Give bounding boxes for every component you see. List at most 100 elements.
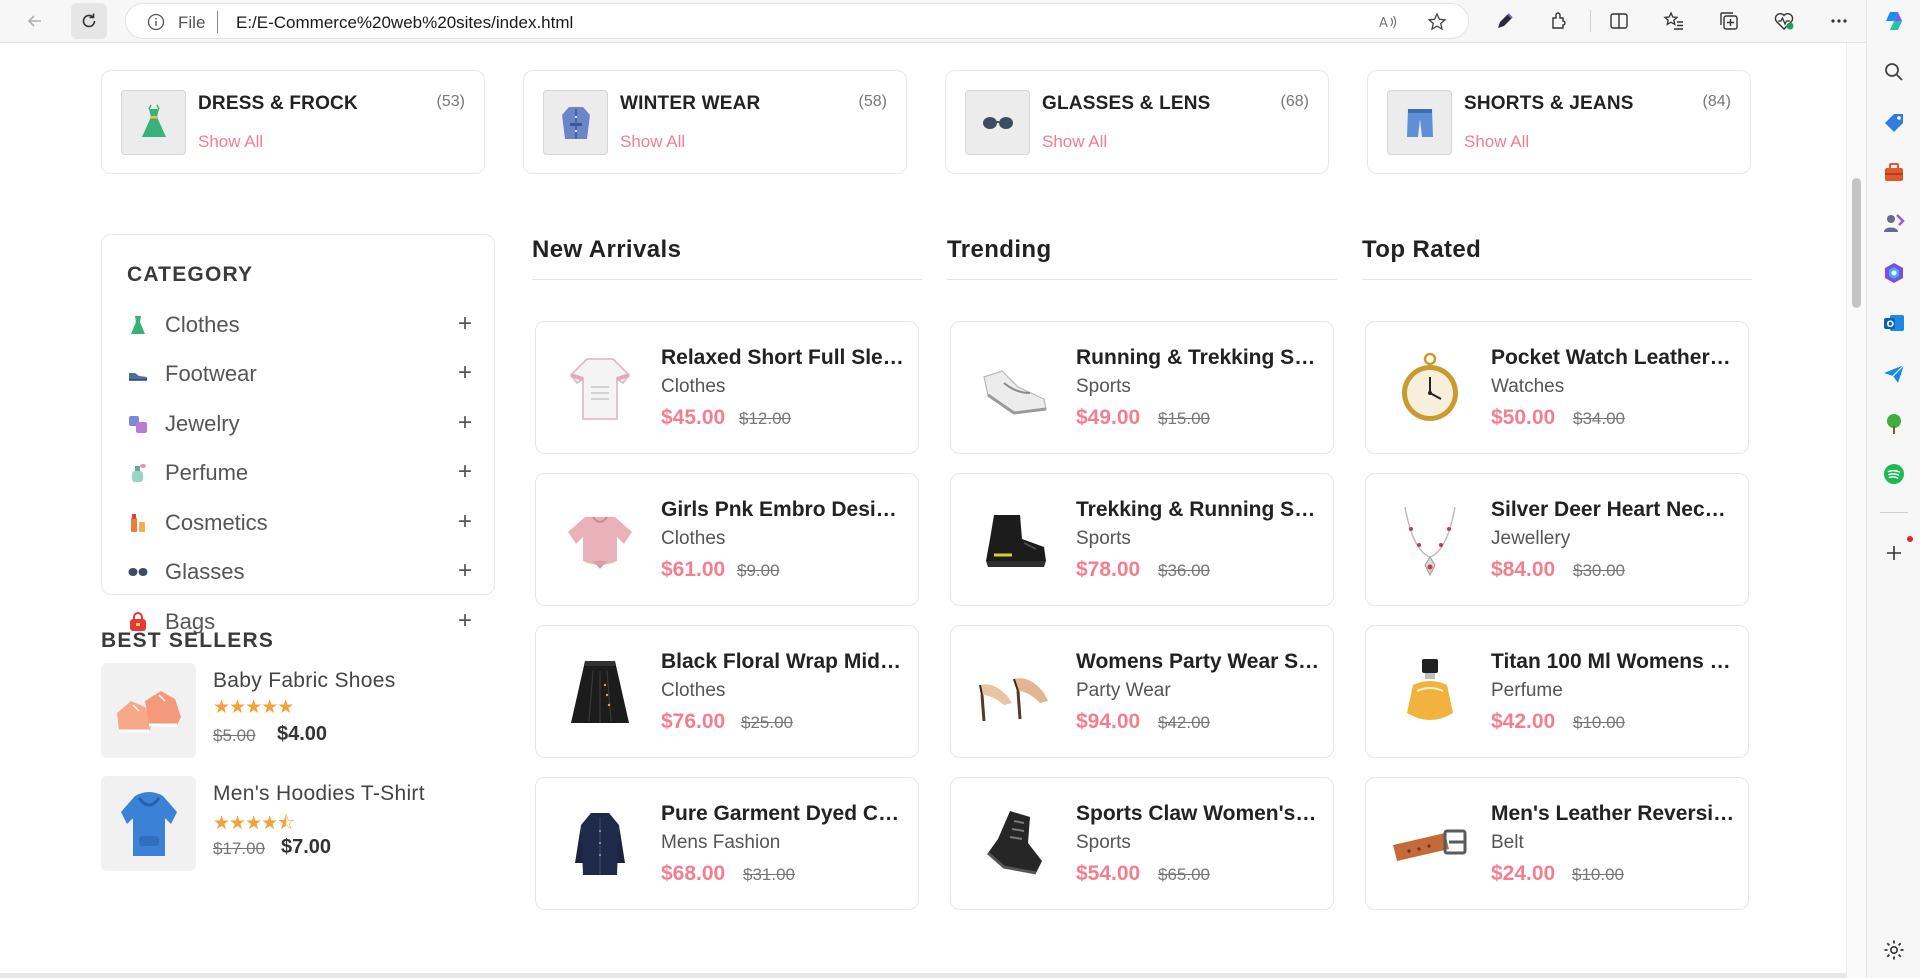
product-name[interactable]: Black Floral Wrap Midi Skirt bbox=[661, 650, 906, 674]
split-screen-icon[interactable] bbox=[1608, 10, 1630, 32]
product-old-price: $10.00 bbox=[1572, 865, 1624, 884]
favorites-icon[interactable] bbox=[1663, 10, 1685, 32]
sidebar-item-clothes[interactable]: Clothes + bbox=[127, 310, 472, 342]
address-bar[interactable]: File E:/E-Commerce%20web%20sites/index.h… bbox=[125, 3, 1469, 39]
url-text[interactable]: E:/E-Commerce%20web%20sites/index.html bbox=[236, 13, 573, 33]
more-options-icon[interactable] bbox=[1828, 10, 1850, 32]
product-old-price: $36.00 bbox=[1158, 561, 1210, 580]
reload-icon bbox=[82, 13, 96, 28]
show-all-link[interactable]: Show All bbox=[1042, 132, 1107, 152]
product-card[interactable]: Running & Trekking Shoes - White Sports … bbox=[950, 321, 1334, 454]
category-card-title: SHORTS & JEANS bbox=[1464, 93, 1634, 114]
spotify-icon[interactable] bbox=[1882, 462, 1906, 486]
show-all-link[interactable]: Show All bbox=[198, 132, 263, 152]
category-card-dress[interactable]: DRESS & FROCK (53) Show All bbox=[101, 70, 485, 174]
search-icon[interactable] bbox=[1882, 60, 1906, 84]
add-icon[interactable] bbox=[1882, 541, 1906, 565]
best-seller-name[interactable]: Men's Hoodies T-Shirt bbox=[213, 782, 425, 806]
product-card[interactable]: Black Floral Wrap Midi Skirt Clothes $76… bbox=[535, 625, 919, 758]
shopping-tag-icon[interactable] bbox=[1882, 111, 1906, 135]
product-name[interactable]: Men's Leather Reversible Belt bbox=[1491, 802, 1736, 826]
outlook-icon[interactable]: O bbox=[1882, 311, 1906, 335]
scrollbar-thumb[interactable] bbox=[1852, 178, 1861, 308]
sidebar-item-label: Cosmetics bbox=[165, 510, 268, 535]
boot-icon bbox=[969, 494, 1061, 586]
product-name[interactable]: Titan 100 Ml Womens Perfume bbox=[1491, 650, 1736, 674]
sidebar-item-label: Footwear bbox=[165, 361, 257, 386]
reload-button[interactable] bbox=[71, 3, 107, 39]
product-card[interactable]: Men's Leather Reversible Belt Belt $24.0… bbox=[1365, 777, 1749, 910]
sidebar-divider bbox=[1880, 512, 1908, 513]
product-card[interactable]: Sports Claw Women's Shoes Sports $54.00 … bbox=[950, 777, 1334, 910]
product-name[interactable]: Running & Trekking Shoes - White bbox=[1076, 346, 1321, 370]
games-icon[interactable] bbox=[1882, 211, 1906, 235]
browser-essentials-icon[interactable] bbox=[1773, 10, 1795, 32]
send-icon[interactable] bbox=[1882, 362, 1906, 386]
tree-icon[interactable] bbox=[1882, 412, 1906, 436]
product-card[interactable]: Womens Party Wear Shoes Party Wear $94.0… bbox=[950, 625, 1334, 758]
product-name[interactable]: Pocket Watch Leather Pouch bbox=[1491, 346, 1736, 370]
baby-shoes-icon bbox=[101, 663, 196, 758]
settings-gear-icon[interactable] bbox=[1882, 938, 1906, 962]
read-aloud-icon[interactable]: A bbox=[1378, 12, 1398, 32]
product-old-price: $65.00 bbox=[1158, 865, 1210, 884]
product-name[interactable]: Relaxed Short Full Sleeve T-Shirt bbox=[661, 346, 906, 370]
product-category: Mens Fashion bbox=[661, 832, 781, 853]
product-card[interactable]: Pure Garment Dyed Cotton Shirt Mens Fash… bbox=[535, 777, 919, 910]
product-name[interactable]: Womens Party Wear Shoes bbox=[1076, 650, 1321, 674]
expand-button[interactable]: + bbox=[458, 359, 472, 387]
category-card-glasses[interactable]: GLASSES & LENS (68) Show All bbox=[945, 70, 1329, 174]
expand-button[interactable]: + bbox=[458, 508, 472, 536]
product-name[interactable]: Pure Garment Dyed Cotton Shirt bbox=[661, 802, 906, 826]
product-name[interactable]: Sports Claw Women's Shoes bbox=[1076, 802, 1321, 826]
favorite-star-icon[interactable] bbox=[1427, 12, 1447, 32]
product-name[interactable]: Trekking & Running Shoes - Black bbox=[1076, 498, 1321, 522]
copilot-icon[interactable] bbox=[1882, 9, 1906, 33]
show-all-link[interactable]: Show All bbox=[620, 132, 685, 152]
best-seller-item[interactable]: Men's Hoodies T-Shirt ★★★★⯪ $17.00 $7.00 bbox=[101, 776, 495, 871]
product-card[interactable]: Trekking & Running Shoes - Black Sports … bbox=[950, 473, 1334, 606]
product-card[interactable]: Silver Deer Heart Necklace Jewellery $84… bbox=[1365, 473, 1749, 606]
product-card[interactable]: Titan 100 Ml Womens Perfume Perfume $42.… bbox=[1365, 625, 1749, 758]
expand-button[interactable]: + bbox=[458, 607, 472, 635]
sweatshirt-icon bbox=[554, 342, 646, 434]
category-card-shorts[interactable]: SHORTS & JEANS (84) Show All bbox=[1367, 70, 1751, 174]
sidebar-item-jewelry[interactable]: Jewelry + bbox=[127, 409, 472, 441]
sidebar-item-label: Jewelry bbox=[165, 411, 240, 436]
sidebar-item-perfume[interactable]: Perfume + bbox=[127, 458, 472, 490]
microsoft-365-icon[interactable] bbox=[1882, 261, 1906, 285]
vertical-scrollbar[interactable] bbox=[1846, 43, 1866, 978]
sidebar-item-footwear[interactable]: Footwear + bbox=[127, 359, 472, 391]
best-seller-item[interactable]: Baby Fabric Shoes ★★★★★ $5.00 $4.00 bbox=[101, 663, 495, 758]
sidebar-item-glasses[interactable]: Glasses + bbox=[127, 557, 472, 589]
hoodie-icon bbox=[101, 776, 196, 871]
expand-button[interactable]: + bbox=[458, 310, 472, 338]
product-card[interactable]: Girls Pnk Embro Design Top Clothes $61.0… bbox=[535, 473, 919, 606]
horizontal-scrollbar[interactable] bbox=[0, 973, 1846, 978]
back-button[interactable] bbox=[17, 3, 53, 39]
product-card[interactable]: Pocket Watch Leather Pouch Watches $50.0… bbox=[1365, 321, 1749, 454]
product-old-price: $25.00 bbox=[741, 713, 793, 732]
show-all-link[interactable]: Show All bbox=[1464, 132, 1529, 152]
expand-button[interactable]: + bbox=[458, 409, 472, 437]
best-seller-name[interactable]: Baby Fabric Shoes bbox=[213, 669, 396, 693]
product-name[interactable]: Silver Deer Heart Necklace bbox=[1491, 498, 1736, 522]
extensions-icon[interactable] bbox=[1548, 10, 1570, 32]
category-card-title: GLASSES & LENS bbox=[1042, 93, 1211, 114]
hightop-icon bbox=[969, 798, 1061, 890]
shorts-icon bbox=[1387, 90, 1452, 155]
sidebar-item-cosmetics[interactable]: Cosmetics + bbox=[127, 508, 472, 540]
collections-icon[interactable] bbox=[1718, 10, 1740, 32]
pen-icon[interactable] bbox=[1494, 10, 1516, 32]
product-name[interactable]: Girls Pnk Embro Design Top bbox=[661, 498, 906, 522]
tools-briefcase-icon[interactable] bbox=[1882, 161, 1906, 185]
info-icon[interactable] bbox=[147, 13, 165, 31]
expand-button[interactable]: + bbox=[458, 458, 472, 486]
product-card[interactable]: Relaxed Short Full Sleeve T-Shirt Clothe… bbox=[535, 321, 919, 454]
category-card-winter[interactable]: WINTER WEAR (58) Show All bbox=[523, 70, 907, 174]
expand-button[interactable]: + bbox=[458, 557, 472, 585]
product-price: $45.00 bbox=[661, 406, 726, 429]
shirt-icon bbox=[554, 798, 646, 890]
glasses-icon bbox=[965, 90, 1030, 155]
column-divider bbox=[1362, 279, 1752, 280]
